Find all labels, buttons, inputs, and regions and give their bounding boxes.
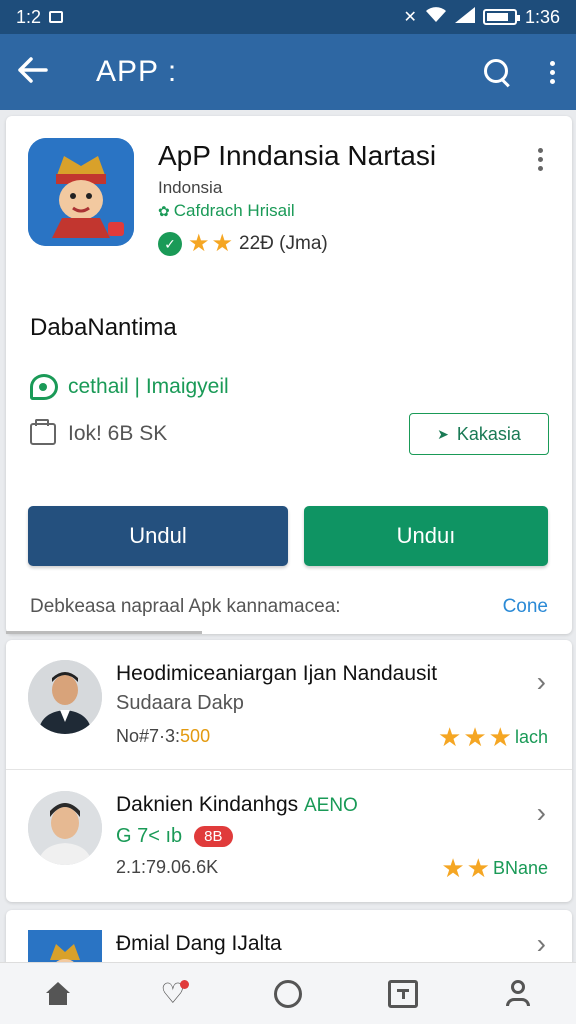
- card-more-icon[interactable]: [534, 148, 546, 171]
- list-item-title: Đmial Dang IJalta: [116, 932, 282, 955]
- chevron-right-icon: ›: [536, 797, 546, 828]
- list-item-stars: ★ ★ ★: [438, 724, 512, 750]
- app-bar-title: APP :: [96, 55, 178, 88]
- footer-link[interactable]: Cone: [503, 596, 548, 618]
- size-row: Iok! 6B SK: [30, 419, 168, 446]
- home-icon: [44, 981, 72, 1006]
- list-item[interactable]: Đmial Dang IJalta ›: [6, 910, 572, 970]
- list-item-title: Heodimiceaniargan Ijan Nandausit: [116, 662, 438, 685]
- list-item-rating-label: lach: [514, 726, 548, 747]
- list-item-rating: ★ ★ BNane: [441, 855, 548, 881]
- nav-favorites[interactable]: ♡: [143, 970, 203, 1018]
- related-list: Heodimiceaniargan Ijan Nandausit Sudaara…: [6, 640, 572, 902]
- size-text: Iok! 6B SK: [68, 422, 168, 445]
- list-item-meta-accent: 500: [180, 726, 211, 746]
- status-time-left: 1:2: [16, 6, 42, 27]
- list-item-meta: No#7·3:500: [116, 726, 210, 747]
- star-icon: ★: [463, 722, 487, 752]
- notification-icon: [49, 11, 64, 23]
- list-item-tags: G 7< ıb 8B: [116, 825, 233, 848]
- status-bar: 1:2 ✕ 1:36: [0, 0, 576, 34]
- star-icon: ★: [441, 853, 465, 883]
- star-icon: ★: [488, 722, 512, 752]
- app-bar: APP :: [0, 34, 576, 110]
- back-arrow-icon[interactable]: [18, 53, 66, 92]
- secondary-action-button[interactable]: ➤ Kakasia: [409, 413, 549, 455]
- star-icon: ★: [466, 853, 490, 883]
- secondary-action-label: Kakasia: [456, 423, 521, 444]
- list-item-stars: ★ ★: [441, 855, 490, 881]
- app-name: ApP Inndansia Nartasi: [158, 140, 437, 171]
- mute-icon: ✕: [403, 9, 417, 26]
- list-item-tag-text: G 7< ıb: [116, 825, 183, 847]
- category-text: Cafdrach Hrisail: [173, 201, 295, 220]
- rating-stars: ★ ★: [188, 232, 233, 256]
- detail-text: cethail | Imaigyeil: [68, 375, 229, 398]
- more-vert-icon[interactable]: [546, 60, 558, 84]
- rating-row: ✓ ★ ★ 22Ð (Jma): [158, 232, 328, 256]
- battery-icon: [482, 9, 520, 25]
- category-label[interactable]: ✿ Cafdrach Hrisail: [158, 201, 295, 221]
- category-icon: ✿: [158, 202, 170, 219]
- app-icon: [28, 138, 134, 246]
- chevron-right-icon: ›: [536, 928, 546, 959]
- developer-name[interactable]: Indonsia: [158, 178, 222, 198]
- chevron-right-icon: ›: [536, 666, 546, 697]
- person-icon: [504, 979, 532, 1009]
- avatar: [28, 791, 102, 865]
- list-item-badge: 8B: [194, 826, 233, 847]
- list-item-title: Daknien Kindanhgs AENO: [116, 793, 358, 817]
- wifi-icon: [425, 6, 447, 28]
- list-item-rating: ★ ★ ★ lach: [438, 724, 548, 750]
- avatar: [28, 660, 102, 734]
- primary-right-button[interactable]: Unduı: [304, 506, 548, 566]
- play-arrow-icon: ➤: [437, 425, 449, 442]
- square-icon: [388, 979, 419, 1008]
- list-item[interactable]: Heodimiceaniargan Ijan Nandausit Sudaara…: [6, 640, 572, 770]
- star-icon: ★: [438, 722, 462, 752]
- detail-row[interactable]: cethail | Imaigyeil: [30, 374, 229, 400]
- chat-icon: [30, 374, 58, 400]
- list-item[interactable]: Daknien Kindanhgs AENO G 7< ıb 8B 2.1:79…: [6, 771, 572, 901]
- section-title: DabaNantima: [30, 314, 177, 341]
- list-item-meta: 2.1:79.06.6K: [116, 857, 219, 877]
- bottom-navigation: ♡: [0, 962, 576, 1024]
- primary-left-button[interactable]: Undul: [28, 506, 288, 566]
- star-icon: ★: [211, 230, 234, 257]
- verified-check-icon: ✓: [158, 232, 182, 256]
- nav-profile[interactable]: [488, 970, 548, 1018]
- heart-icon: ♡: [160, 979, 190, 1008]
- status-time-right: 1:36: [524, 6, 560, 27]
- rating-count: 22Ð (Jma): [239, 233, 328, 254]
- search-icon[interactable]: [482, 57, 512, 87]
- signal-icon: [454, 6, 475, 28]
- app-detail-card: ApP Inndansia Nartasi Indonsia ✿ Cafdrac…: [6, 116, 572, 634]
- nav-refresh[interactable]: [258, 970, 318, 1018]
- circle-icon: [273, 979, 302, 1008]
- list-item-meta-prefix: No#7·3:: [116, 726, 181, 746]
- nav-home[interactable]: [28, 970, 88, 1018]
- folder-icon: [30, 419, 56, 445]
- list-item-rating-label: BNane: [492, 857, 548, 878]
- nav-tasks[interactable]: [373, 970, 433, 1018]
- footer-note: Debkeasa napraal Apk kannamacea:: [30, 596, 341, 617]
- card-underline: [6, 631, 202, 634]
- star-icon: ★: [188, 230, 210, 257]
- list-item-subtitle: Sudaara Dakp: [116, 692, 244, 714]
- list-item-title-tag: AENO: [303, 795, 358, 816]
- list-item-title-text: Daknien Kindanhgs: [116, 793, 299, 816]
